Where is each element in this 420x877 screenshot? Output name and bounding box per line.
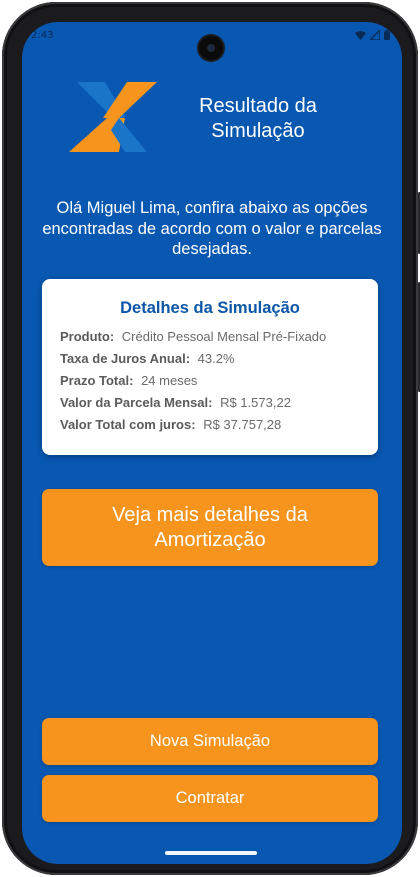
detail-row-interest: Taxa de Juros Anual: 43.2% [60, 351, 235, 366]
detail-row-total: Valor Total com juros: R$ 37.757,28 [60, 417, 281, 432]
greeting-text: Olá Miguel Lima, confira abaixo as opçõe… [42, 199, 382, 258]
wifi-icon [355, 30, 366, 40]
simulation-details-card: Detalhes da Simulação Produto: Crédito P… [42, 279, 378, 455]
new-simulation-button[interactable]: Nova Simulação [42, 718, 378, 765]
detail-label: Produto: [60, 329, 115, 344]
detail-value: R$ 37.757,28 [203, 417, 282, 432]
detail-label: Valor da Parcela Mensal: [60, 395, 213, 410]
detail-value: R$ 1.573,22 [220, 395, 291, 410]
status-time: 2:43 [31, 30, 54, 41]
detail-row-product: Produto: Crédito Pessoal Mensal Pré-Fixa… [60, 329, 326, 344]
page-title: Resultado da Simulação [199, 95, 317, 142]
detail-label: Taxa de Juros Anual: [60, 351, 191, 366]
amortization-details-button[interactable]: Veja mais detalhes da Amortização [42, 489, 378, 566]
detail-row-term: Prazo Total: 24 meses [60, 373, 197, 388]
detail-value: Crédito Pessoal Mensal Pré-Fixado [121, 329, 327, 344]
card-title: Detalhes da Simulação [120, 299, 300, 317]
detail-label: Prazo Total: [60, 373, 134, 388]
detail-row-installment: Valor da Parcela Mensal: R$ 1.573,22 [60, 395, 291, 410]
battery-icon [384, 30, 390, 40]
detail-label: Valor Total com juros: [60, 417, 196, 432]
phone-frame: 2:43 Resultado da Simulação Olá Miguel L… [2, 2, 420, 875]
caixa-x-logo [69, 82, 157, 152]
detail-value: 43.2% [197, 351, 235, 366]
signal-icon [370, 30, 380, 40]
status-icons [355, 30, 390, 40]
detail-value: 24 meses [141, 373, 198, 388]
contract-button[interactable]: Contratar [42, 775, 378, 822]
front-camera [199, 36, 223, 60]
app-screen: 2:43 Resultado da Simulação Olá Miguel L… [22, 22, 402, 864]
home-indicator[interactable] [165, 851, 257, 855]
